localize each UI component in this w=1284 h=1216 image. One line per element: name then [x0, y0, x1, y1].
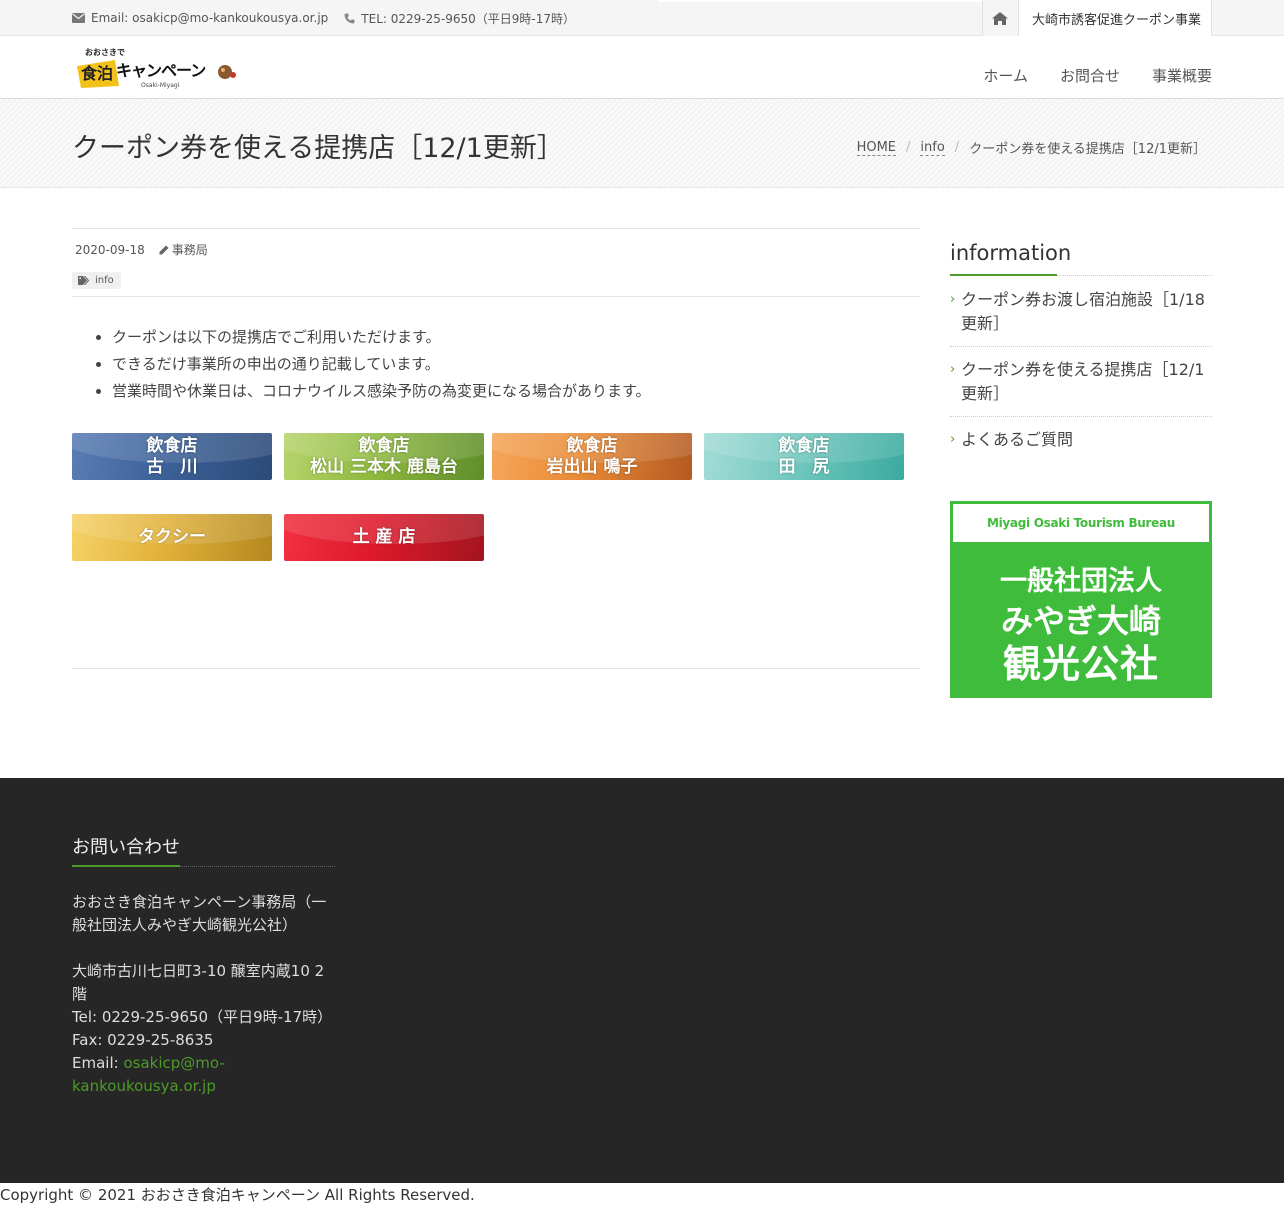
banner-line1: 一般社団法人 [1000, 566, 1162, 597]
sidebar: information クーポン券お渡し宿泊施設［1/18更新］ クーポン券を使… [950, 228, 1212, 698]
post-tags: info [72, 270, 920, 289]
sidebar-list: クーポン券お渡し宿泊施設［1/18更新］ クーポン券を使える提携店［12/1更新… [950, 288, 1212, 462]
footer-gap [72, 937, 337, 960]
footer-email: Email: osakicp@mo-kankoukousya.or.jp [72, 1052, 337, 1098]
nav-contact[interactable]: お問合せ [1060, 65, 1120, 86]
copyright: Copyright © 2021 おおさき食泊キャンペーン All Rights… [0, 1186, 475, 1204]
top-bar-highlight [658, 0, 984, 2]
restaurant-matsuyama-button[interactable]: 飲食店 松山 三本木 鹿島台 [284, 433, 484, 480]
notice-list: クーポンは以下の提携店でご利用いただけます。 できるだけ事業所の申出の通り記載し… [72, 324, 920, 405]
svg-text:キャンペーン: キャンペーン [116, 61, 206, 80]
top-email-text: Email: osakicp@mo-kankoukousya.or.jp [91, 11, 329, 25]
footer-fax: Fax: 0229-25-8635 [72, 1031, 214, 1049]
button-line1: 飲食店 [358, 435, 410, 456]
sidebar-item-faq[interactable]: よくあるご質問 [950, 428, 1212, 462]
breadcrumb: HOME / info / クーポン券を使える提携店［12/1更新］ [856, 138, 1206, 157]
nav-home[interactable]: ホーム [983, 65, 1028, 86]
breadcrumb-current: クーポン券を使える提携店［12/1更新］ [969, 142, 1206, 157]
main-nav: ホーム お問合せ 事業概要 [983, 36, 1212, 99]
footer-email-label: Email: [72, 1054, 124, 1072]
footer-contact: おおさき食泊キャンペーン事務局（一般社団法人みやぎ大崎観光公社） 大崎市古川七日… [72, 891, 337, 1098]
footer-title-rule [72, 865, 335, 867]
footer-tel: Tel: 0229-25-9650（平日9時-17時） [72, 1008, 333, 1026]
post-meta-rule [72, 296, 920, 297]
banner-top-text: Miyagi Osaki Tourism Bureau [953, 504, 1209, 542]
footer-title: お問い合わせ [72, 837, 180, 858]
phone-icon [344, 13, 355, 23]
banner-line3: 観光公社 [1002, 642, 1159, 686]
breadcrumb-separator: / [954, 140, 960, 155]
envelope-icon [72, 13, 85, 23]
button-line2: 田 尻 [778, 456, 830, 477]
nav-about[interactable]: 事業概要 [1152, 65, 1212, 86]
notice-item: できるだけ事業所の申出の通り記載しています。 [112, 351, 920, 378]
button-line2: 松山 三本木 鹿島台 [310, 456, 458, 477]
post-meta: 2020-09-18 事務局 [72, 229, 920, 258]
svg-text:Osaki-Miyagi: Osaki-Miyagi [141, 82, 180, 89]
breadcrumb-info[interactable]: info [920, 140, 945, 156]
logo-image: おおさきで 食泊 キャンペーン Osaki-Miyagi [77, 48, 236, 89]
notice-item: 営業時間や休業日は、コロナウイルス感染予防の為変更になる場合があります。 [112, 378, 920, 405]
button-line1: 飲食店 [146, 435, 198, 456]
breadcrumb-separator: / [906, 140, 911, 155]
home-icon-button[interactable] [981, 0, 1018, 36]
restaurant-furukawa-button[interactable]: 飲食店 古 川 [72, 433, 272, 480]
category-buttons: 飲食店 古 川 飲食店 松山 三本木 鹿島台 飲食店 岩出山 鳴子 飲食店 田 … [72, 433, 920, 583]
tourism-bureau-banner[interactable]: Miyagi Osaki Tourism Bureau 一般社団法人 みやぎ大崎… [950, 501, 1212, 698]
souvenir-shop-button[interactable]: 土 産 店 [284, 514, 484, 561]
restaurant-iwadeyama-button[interactable]: 飲食店 岩出山 鳴子 [492, 433, 692, 480]
taxi-button[interactable]: タクシー [72, 514, 272, 561]
restaurant-tajiri-button[interactable]: 飲食店 田 尻 [704, 433, 904, 480]
breadcrumb-home[interactable]: HOME [856, 140, 897, 156]
tag-label: info [95, 275, 114, 286]
site-logo[interactable]: おおさきで 食泊 キャンペーン Osaki-Miyagi [75, 46, 240, 90]
pencil-icon [159, 245, 169, 254]
button-line1: 飲食店 [778, 435, 830, 456]
sidebar-item-label: クーポン券お渡し宿泊施設［1/18更新］ [961, 290, 1205, 333]
button-line1: 飲食店 [566, 435, 618, 456]
post-date: 2020-09-18 [75, 242, 145, 257]
page-title-bar: クーポン券を使える提携店［12/1更新］ HOME / info / クーポン券… [0, 100, 1284, 188]
page-title: クーポン券を使える提携店［12/1更新］ [72, 133, 564, 164]
button-line1: タクシー [138, 527, 206, 547]
post-content: 2020-09-18 事務局 info クーポンは以下の提携店でご利用いただけま… [72, 228, 920, 583]
tag-info[interactable]: info [72, 272, 121, 289]
home-icon [992, 11, 1009, 25]
svg-text:おおさきで: おおさきで [85, 48, 125, 57]
post-author-name: 事務局 [171, 243, 208, 257]
top-tel-text: TEL: 0229-25-9650（平日9時-17時） [361, 11, 575, 26]
sidebar-title: information [950, 228, 1212, 276]
sidebar-item-lodging[interactable]: クーポン券お渡し宿泊施設［1/18更新］ [950, 288, 1212, 347]
site-header: おおさきで 食泊 キャンペーン Osaki-Miyagi ホーム お問合せ 事業… [0, 36, 1284, 99]
button-line1: 土 産 店 [352, 527, 416, 547]
footer-org: おおさき食泊キャンペーン事務局（一般社団法人みやぎ大崎観光公社） [72, 893, 327, 934]
post-bottom-rule [72, 668, 920, 669]
tag-icon [78, 276, 89, 285]
site-footer: お問い合わせ おおさき食泊キャンペーン事務局（一般社団法人みやぎ大崎観光公社） … [0, 778, 1284, 1183]
button-line2: 岩出山 鳴子 [546, 456, 638, 477]
notice-item: クーポンは以下の提携店でご利用いただけます。 [112, 324, 920, 351]
project-link[interactable]: 大崎市誘客促進クーポン事業 [1017, 0, 1212, 36]
top-contact: Email: osakicp@mo-kankoukousya.or.jp TEL… [72, 0, 591, 36]
sidebar-item-label: クーポン券を使える提携店［12/1更新］ [961, 360, 1205, 403]
post-author: 事務局 [159, 241, 208, 258]
top-tel: TEL: 0229-25-9650（平日9時-17時） [344, 10, 575, 27]
top-email: Email: osakicp@mo-kankoukousya.or.jp [72, 11, 328, 25]
svg-text:食泊: 食泊 [80, 64, 113, 83]
footer-address: 大崎市古川七日町3-10 醸室内蔵10 2階 [72, 962, 325, 1003]
sidebar-item-partner-shops[interactable]: クーポン券を使える提携店［12/1更新］ [950, 358, 1212, 417]
sidebar-item-label: よくあるご質問 [961, 430, 1074, 449]
top-right-links: 大崎市誘客促進クーポン事業 [981, 0, 1212, 36]
top-bar: Email: osakicp@mo-kankoukousya.or.jp TEL… [0, 0, 1284, 36]
button-line2: 古 川 [146, 456, 198, 477]
